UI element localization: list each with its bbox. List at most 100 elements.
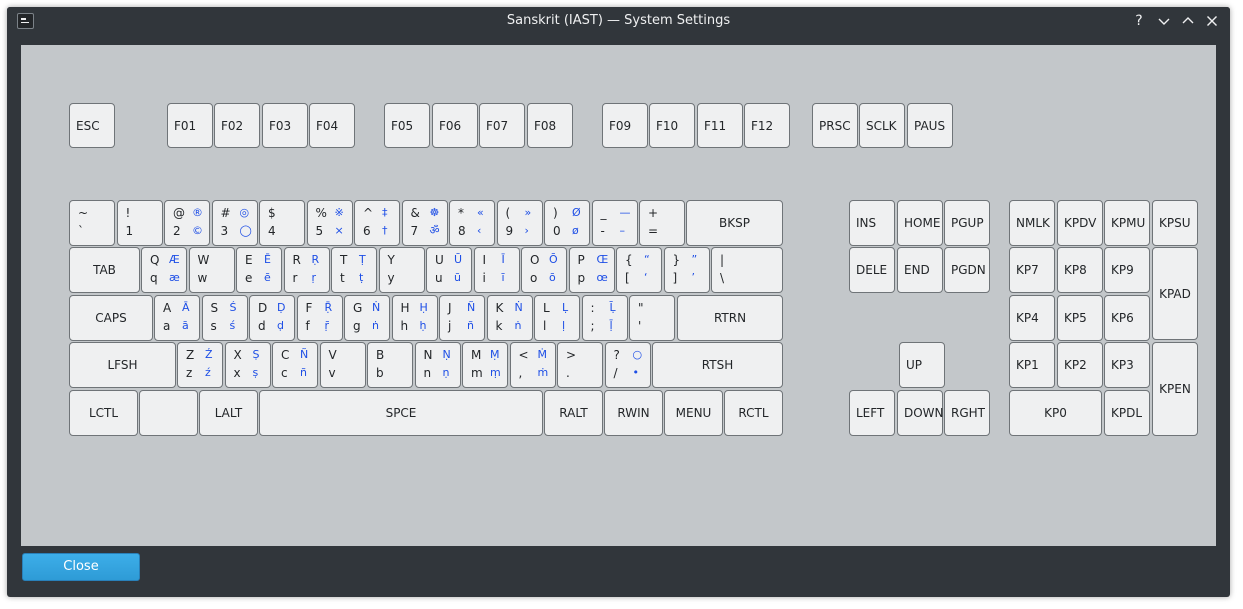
key-f03[interactable]: F03 [262, 103, 308, 148]
maximize-button[interactable] [1178, 11, 1198, 31]
key-ac05[interactable]: GgṄṅ [344, 295, 390, 341]
key-f10[interactable]: F10 [649, 103, 695, 148]
key-rwin[interactable]: RWIN [604, 390, 663, 436]
key-home[interactable]: HOME [897, 200, 943, 246]
key-ad02[interactable]: Ww [188, 247, 235, 293]
key-ae03[interactable]: #3 ◎ ◯ [211, 200, 258, 246]
key-lwin[interactable] [139, 390, 198, 436]
key-ad12[interactable]: }] ” ’ [663, 247, 710, 293]
key-ad07[interactable]: UuŪū [426, 247, 472, 293]
key-menu[interactable]: MENU [664, 390, 723, 436]
key-ae05[interactable]: % 5 ※ × [306, 200, 353, 246]
key-kp7[interactable]: KP7 [1009, 247, 1055, 293]
key-ae01[interactable]: ! 1 [116, 200, 163, 246]
key-ab03[interactable]: CcÑñ [272, 342, 318, 388]
key-prsc[interactable]: PRSC [812, 103, 858, 148]
key-kp4[interactable]: KP4 [1009, 295, 1055, 341]
key-ae06[interactable]: ^ 6 ‡ † [354, 200, 400, 246]
key-lfsh[interactable]: LFSH [69, 342, 176, 388]
key-ae08[interactable]: * 8 « ‹ [449, 200, 495, 246]
key-ae12[interactable]: + = [639, 200, 685, 246]
key-kpad[interactable]: KPAD [1152, 247, 1198, 340]
key-f12[interactable]: F12 [744, 103, 790, 148]
key-ac01[interactable]: AaĀā [154, 295, 200, 341]
key-left[interactable]: LEFT [849, 390, 895, 436]
key-kpsu[interactable]: KPSU [1152, 200, 1198, 246]
key-ab09[interactable]: >. [557, 342, 603, 388]
key-f01[interactable]: F01 [167, 103, 213, 148]
key-ac03[interactable]: DdḌḍ [249, 295, 295, 341]
key-ac02[interactable]: SsŚś [201, 295, 248, 341]
key-rtrn[interactable]: RTRN [677, 295, 783, 341]
key-kp1[interactable]: KP1 [1009, 342, 1055, 388]
key-up[interactable]: UP [899, 342, 945, 388]
key-esc[interactable]: ESC [69, 103, 115, 148]
key-ad11[interactable]: {[“ ‘ [616, 247, 662, 293]
key-ab05[interactable]: Bb [367, 342, 413, 388]
key-lalt[interactable]: LALT [199, 390, 258, 436]
title-bar[interactable]: Sanskrit (IAST) — System Settings ? [7, 7, 1230, 35]
key-ab02[interactable]: XxṢṣ [224, 342, 271, 388]
key-ab10[interactable]: ? / ○ • [604, 342, 651, 388]
key-kp5[interactable]: KP5 [1057, 295, 1103, 341]
key-down[interactable]: DOWN [897, 390, 944, 436]
key-ac06[interactable]: HhḤḥ [391, 295, 438, 341]
key-kpdl[interactable]: KPDL [1104, 390, 1150, 436]
key-ad09[interactable]: OoŌō [521, 247, 567, 293]
key-f09[interactable]: F09 [602, 103, 648, 148]
key-bksl[interactable]: | \ [711, 247, 783, 293]
key-f04[interactable]: F04 [309, 103, 355, 148]
key-kpdv[interactable]: KPDV [1057, 200, 1103, 246]
key-end[interactable]: END [897, 247, 943, 293]
key-ins[interactable]: INS [849, 200, 895, 246]
key-f05[interactable]: F05 [384, 103, 430, 148]
key-kpmu[interactable]: KPMU [1104, 200, 1150, 246]
key-nmlk[interactable]: NMLK [1009, 200, 1055, 246]
key-ad10[interactable]: PpŒœ [568, 247, 615, 293]
key-caps[interactable]: CAPS [69, 295, 153, 341]
key-ad04[interactable]: RrṚṛ [283, 247, 330, 293]
key-lctl[interactable]: LCTL [69, 390, 138, 436]
key-ac11[interactable]: " ' [629, 295, 675, 341]
key-paus[interactable]: PAUS [907, 103, 953, 148]
key-kp3[interactable]: KP3 [1104, 342, 1150, 388]
close-window-button[interactable] [1202, 11, 1222, 31]
key-ac07[interactable]: Jj Ññ [439, 295, 485, 341]
key-tab[interactable]: TAB [69, 247, 140, 293]
key-ae07[interactable]: & 7 ☸ ॐ [401, 200, 448, 246]
help-button[interactable]: ? [1129, 11, 1149, 31]
key-kp8[interactable]: KP8 [1057, 247, 1103, 293]
key-kpen[interactable]: KPEN [1152, 342, 1198, 436]
key-ad06[interactable]: Yy [378, 247, 425, 293]
key-f08[interactable]: F08 [527, 103, 573, 148]
key-kp0[interactable]: KP0 [1009, 390, 1102, 436]
key-ab07[interactable]: MmṂṃ [462, 342, 508, 388]
key-rtsh[interactable]: RTSH [652, 342, 783, 388]
key-f07[interactable]: F07 [479, 103, 525, 148]
key-pgup[interactable]: PGUP [944, 200, 990, 246]
key-rght[interactable]: RGHT [944, 390, 990, 436]
key-rctl[interactable]: RCTL [724, 390, 783, 436]
key-f06[interactable]: F06 [432, 103, 478, 148]
key-ae11[interactable]: _ - — – [591, 200, 638, 246]
key-kp6[interactable]: KP6 [1104, 295, 1150, 341]
key-ad08[interactable]: Ii Īī [473, 247, 520, 293]
key-ab01[interactable]: ZzŹź [177, 342, 223, 388]
key-bksp[interactable]: BKSP [686, 200, 783, 246]
key-ae04[interactable]: $4 [259, 200, 305, 246]
key-ac10[interactable]: :; Ḹḹ [581, 295, 628, 341]
key-ralt[interactable]: RALT [544, 390, 603, 436]
key-kp2[interactable]: KP2 [1057, 342, 1103, 388]
key-ae09[interactable]: (9 » › [496, 200, 543, 246]
key-ab08[interactable]: <, Ṁṁ [509, 342, 556, 388]
key-ab06[interactable]: NnṆṇ [414, 342, 461, 388]
key-ad05[interactable]: Tt Ṭṭ [331, 247, 377, 293]
key-ae10[interactable]: ) 0 Øø [544, 200, 590, 246]
key-dele[interactable]: DELE [849, 247, 895, 293]
key-ad01[interactable]: QqÆæ [141, 247, 187, 293]
key-spce[interactable]: SPCE [259, 390, 543, 436]
key-pgdn[interactable]: PGDN [944, 247, 990, 293]
key-f11[interactable]: F11 [697, 103, 743, 148]
key-ac09[interactable]: Ll Ḷḷ [534, 295, 580, 341]
key-kp9[interactable]: KP9 [1104, 247, 1150, 293]
